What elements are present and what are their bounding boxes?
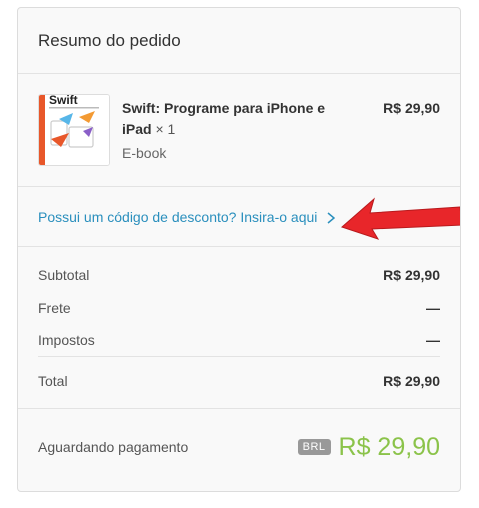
chevron-right-icon bbox=[327, 212, 336, 224]
red-arrow-annotation-icon bbox=[341, 197, 460, 240]
product-name: Swift: Programe para iPhone e iPad bbox=[122, 100, 326, 137]
shipping-label: Frete bbox=[38, 299, 71, 316]
discount-section: Possui um código de desconto? Insira-o a… bbox=[18, 187, 460, 247]
subtotal-value: R$ 29,90 bbox=[383, 267, 440, 283]
totals-section: Subtotal R$ 29,90 Frete — Impostos — Tot… bbox=[18, 259, 460, 409]
payment-status-label: Aguardando pagamento bbox=[38, 439, 189, 455]
subtotal-row: Subtotal R$ 29,90 bbox=[38, 259, 440, 291]
product-price: R$ 29,90 bbox=[383, 100, 440, 116]
payment-status-footer: Aguardando pagamento BRL R$ 29,90 bbox=[18, 409, 460, 485]
order-summary-title: Resumo do pedido bbox=[38, 30, 181, 50]
order-line-item: Swift Swift: Programe para iPhone e iPad… bbox=[18, 74, 460, 187]
discount-code-link[interactable]: Possui um código de desconto? Insira-o a… bbox=[38, 208, 336, 225]
shipping-row: Frete — bbox=[38, 291, 440, 324]
shipping-value: — bbox=[426, 299, 440, 316]
final-amount: BRL R$ 29,90 bbox=[297, 432, 440, 462]
book-cover-title: Swift bbox=[49, 95, 78, 107]
total-label: Total bbox=[38, 372, 68, 389]
product-name-line: Swift: Programe para iPhone e iPad × 1 bbox=[122, 98, 342, 140]
product-format: E-book bbox=[122, 145, 167, 161]
subtotal-label: Subtotal bbox=[38, 267, 90, 283]
discount-code-link-text: Possui um código de desconto? Insira-o a… bbox=[38, 208, 318, 225]
total-row: Total R$ 29,90 bbox=[38, 357, 440, 408]
book-cover-image: Swift bbox=[38, 94, 110, 166]
product-quantity: × 1 bbox=[155, 121, 176, 137]
final-amount-value: R$ 29,90 bbox=[338, 432, 440, 461]
product-info: Swift: Programe para iPhone e iPad × 1 E… bbox=[122, 98, 342, 161]
currency-badge: BRL bbox=[297, 439, 331, 455]
taxes-row: Impostos — bbox=[38, 324, 440, 357]
taxes-value: — bbox=[426, 332, 440, 348]
total-value: R$ 29,90 bbox=[383, 372, 440, 389]
taxes-label: Impostos bbox=[38, 332, 95, 348]
order-summary-card: Resumo do pedido Swift Swift: Programe p… bbox=[17, 7, 461, 492]
order-summary-header: Resumo do pedido bbox=[18, 8, 460, 74]
